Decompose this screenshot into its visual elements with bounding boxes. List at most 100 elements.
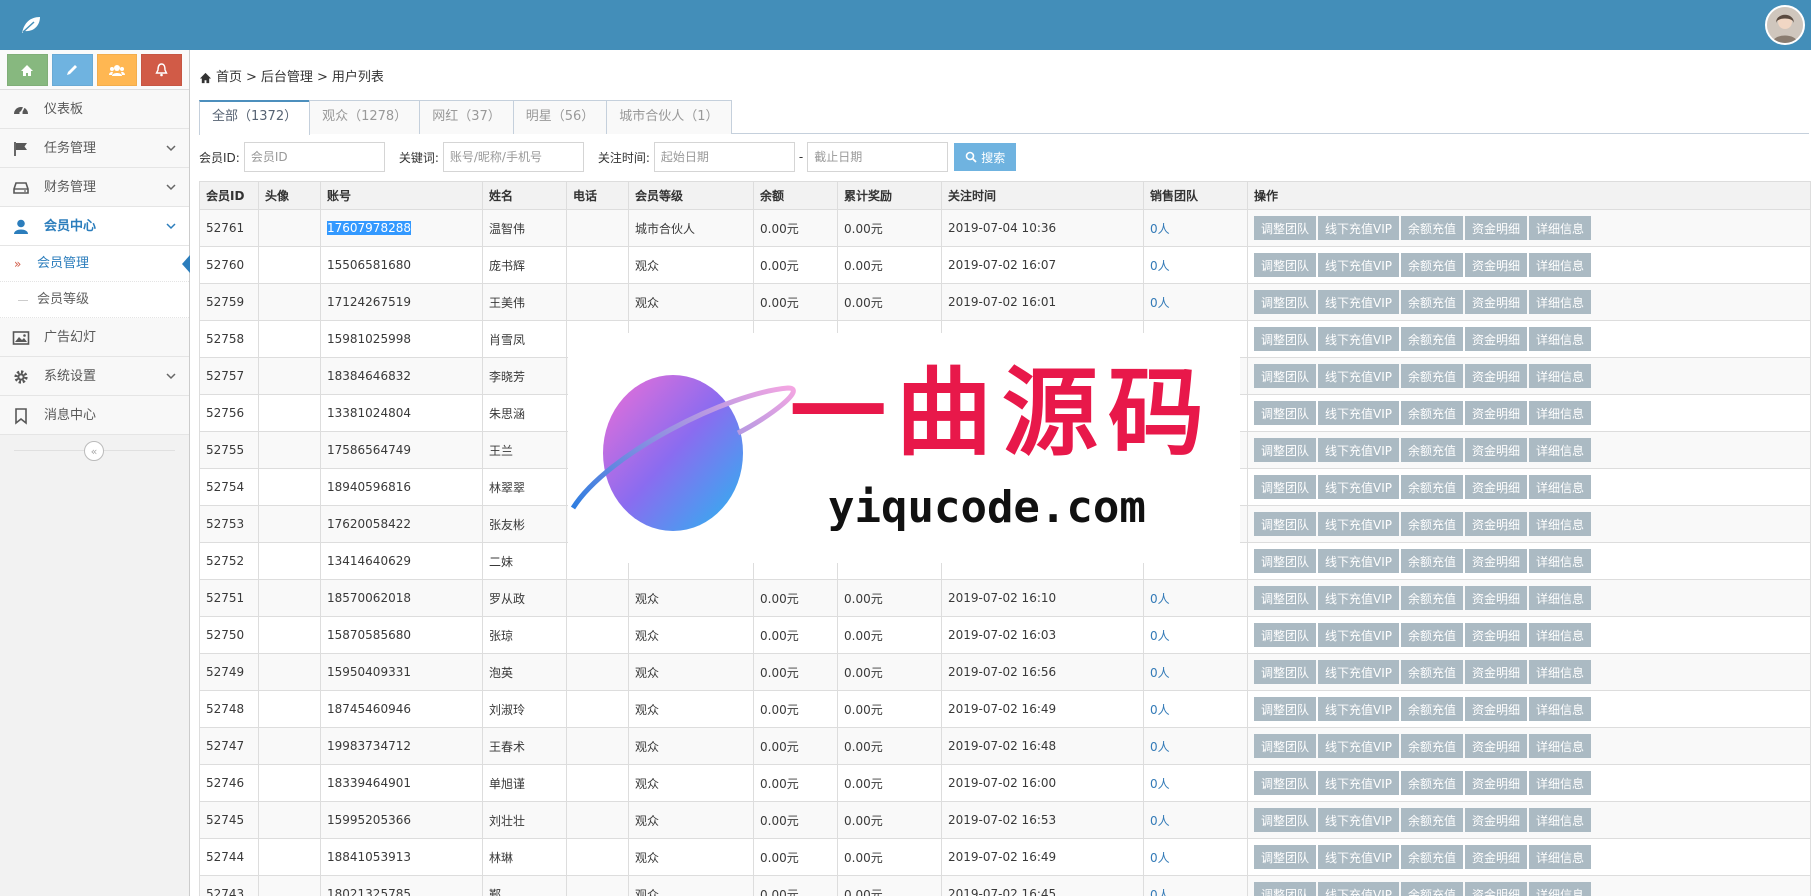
offline-vip-recharge-button[interactable]: 线下充值VIP xyxy=(1318,290,1400,314)
fund-details-button[interactable]: 资金明细 xyxy=(1465,549,1528,573)
adjust-team-button[interactable]: 调整团队 xyxy=(1254,253,1317,277)
offline-vip-recharge-button[interactable]: 线下充值VIP xyxy=(1318,364,1400,388)
balance-recharge-button[interactable]: 余额充值 xyxy=(1401,327,1464,351)
adjust-team-button[interactable]: 调整团队 xyxy=(1254,734,1317,758)
fund-details-button[interactable]: 资金明细 xyxy=(1465,290,1528,314)
cell-sales-team-text[interactable]: 0人 xyxy=(1150,740,1170,754)
adjust-team-button[interactable]: 调整团队 xyxy=(1254,290,1317,314)
adjust-team-button[interactable]: 调整团队 xyxy=(1254,438,1317,462)
detail-info-button[interactable]: 详细信息 xyxy=(1529,216,1592,240)
fund-details-button[interactable]: 资金明细 xyxy=(1465,327,1528,351)
balance-recharge-button[interactable]: 余额充值 xyxy=(1401,623,1464,647)
fund-details-button[interactable]: 资金明细 xyxy=(1465,216,1528,240)
detail-info-button[interactable]: 详细信息 xyxy=(1529,512,1592,536)
detail-info-button[interactable]: 详细信息 xyxy=(1529,734,1592,758)
offline-vip-recharge-button[interactable]: 线下充值VIP xyxy=(1318,216,1400,240)
cell-sales-team-text[interactable]: 0人 xyxy=(1150,703,1170,717)
detail-info-button[interactable]: 详细信息 xyxy=(1529,882,1592,896)
detail-info-button[interactable]: 详细信息 xyxy=(1529,623,1592,647)
sidebar-subitem-member-management[interactable]: » 会员管理 xyxy=(0,246,190,282)
shortcut-users-button[interactable] xyxy=(96,54,138,86)
fund-details-button[interactable]: 资金明细 xyxy=(1465,253,1528,277)
detail-info-button[interactable]: 详细信息 xyxy=(1529,660,1592,684)
keyword-input[interactable] xyxy=(442,142,584,172)
adjust-team-button[interactable]: 调整团队 xyxy=(1254,586,1317,610)
cell-sales-team-text[interactable]: 0人 xyxy=(1150,629,1170,643)
balance-recharge-button[interactable]: 余额充值 xyxy=(1401,216,1464,240)
balance-recharge-button[interactable]: 余额充值 xyxy=(1401,253,1464,277)
balance-recharge-button[interactable]: 余额充值 xyxy=(1401,364,1464,388)
balance-recharge-button[interactable]: 余额充值 xyxy=(1401,845,1464,869)
offline-vip-recharge-button[interactable]: 线下充值VIP xyxy=(1318,697,1400,721)
detail-info-button[interactable]: 详细信息 xyxy=(1529,771,1592,795)
detail-info-button[interactable]: 详细信息 xyxy=(1529,845,1592,869)
balance-recharge-button[interactable]: 余额充值 xyxy=(1401,475,1464,499)
adjust-team-button[interactable]: 调整团队 xyxy=(1254,549,1317,573)
breadcrumb-admin[interactable]: 后台管理 xyxy=(261,68,313,88)
offline-vip-recharge-button[interactable]: 线下充值VIP xyxy=(1318,771,1400,795)
adjust-team-button[interactable]: 调整团队 xyxy=(1254,660,1317,684)
cell-sales-team-text[interactable]: 0人 xyxy=(1150,851,1170,865)
detail-info-button[interactable]: 详细信息 xyxy=(1529,549,1592,573)
cell-sales-team-text[interactable]: 0人 xyxy=(1150,888,1170,896)
fund-details-button[interactable]: 资金明细 xyxy=(1465,882,1528,896)
detail-info-button[interactable]: 详细信息 xyxy=(1529,697,1592,721)
adjust-team-button[interactable]: 调整团队 xyxy=(1254,697,1317,721)
balance-recharge-button[interactable]: 余额充值 xyxy=(1401,290,1464,314)
adjust-team-button[interactable]: 调整团队 xyxy=(1254,364,1317,388)
fund-details-button[interactable]: 资金明细 xyxy=(1465,475,1528,499)
sidebar-item-members[interactable]: 会员中心 xyxy=(0,207,189,246)
adjust-team-button[interactable]: 调整团队 xyxy=(1254,882,1317,896)
fund-details-button[interactable]: 资金明细 xyxy=(1465,845,1528,869)
sidebar-item-messages[interactable]: 消息中心 xyxy=(0,396,189,435)
offline-vip-recharge-button[interactable]: 线下充值VIP xyxy=(1318,882,1400,896)
fund-details-button[interactable]: 资金明细 xyxy=(1465,586,1528,610)
adjust-team-button[interactable]: 调整团队 xyxy=(1254,401,1317,425)
fund-details-button[interactable]: 资金明细 xyxy=(1465,734,1528,758)
offline-vip-recharge-button[interactable]: 线下充值VIP xyxy=(1318,475,1400,499)
balance-recharge-button[interactable]: 余额充值 xyxy=(1401,586,1464,610)
balance-recharge-button[interactable]: 余额充值 xyxy=(1401,549,1464,573)
balance-recharge-button[interactable]: 余额充值 xyxy=(1401,771,1464,795)
detail-info-button[interactable]: 详细信息 xyxy=(1529,401,1592,425)
fund-details-button[interactable]: 资金明细 xyxy=(1465,697,1528,721)
adjust-team-button[interactable]: 调整团队 xyxy=(1254,475,1317,499)
balance-recharge-button[interactable]: 余额充值 xyxy=(1401,697,1464,721)
balance-recharge-button[interactable]: 余额充值 xyxy=(1401,882,1464,896)
member-id-input[interactable] xyxy=(243,142,385,172)
search-button[interactable]: 搜索 xyxy=(954,143,1017,171)
adjust-team-button[interactable]: 调整团队 xyxy=(1254,771,1317,795)
collapse-sidebar-button[interactable]: « xyxy=(84,441,104,461)
adjust-team-button[interactable]: 调整团队 xyxy=(1254,845,1317,869)
shortcut-edit-button[interactable] xyxy=(51,54,93,86)
balance-recharge-button[interactable]: 余额充值 xyxy=(1401,401,1464,425)
detail-info-button[interactable]: 详细信息 xyxy=(1529,438,1592,462)
offline-vip-recharge-button[interactable]: 线下充值VIP xyxy=(1318,438,1400,462)
end-date-input[interactable] xyxy=(807,142,949,172)
sidebar-item-dashboard[interactable]: 仪表板 xyxy=(0,90,189,129)
cell-sales-team-text[interactable]: 0人 xyxy=(1150,814,1170,828)
adjust-team-button[interactable]: 调整团队 xyxy=(1254,327,1317,351)
sidebar-item-finance[interactable]: 财务管理 xyxy=(0,168,189,207)
offline-vip-recharge-button[interactable]: 线下充值VIP xyxy=(1318,327,1400,351)
fund-details-button[interactable]: 资金明细 xyxy=(1465,364,1528,388)
shortcut-notifications-button[interactable] xyxy=(141,54,182,86)
offline-vip-recharge-button[interactable]: 线下充值VIP xyxy=(1318,623,1400,647)
balance-recharge-button[interactable]: 余额充值 xyxy=(1401,808,1464,832)
cell-sales-team-text[interactable]: 0人 xyxy=(1150,592,1170,606)
cell-sales-team-text[interactable]: 0人 xyxy=(1150,296,1170,310)
detail-info-button[interactable]: 详细信息 xyxy=(1529,253,1592,277)
balance-recharge-button[interactable]: 余额充值 xyxy=(1401,660,1464,684)
offline-vip-recharge-button[interactable]: 线下充值VIP xyxy=(1318,808,1400,832)
detail-info-button[interactable]: 详细信息 xyxy=(1529,290,1592,314)
sidebar-item-settings[interactable]: 系统设置 xyxy=(0,357,189,396)
fund-details-button[interactable]: 资金明细 xyxy=(1465,438,1528,462)
tab-influencer[interactable]: 网红（37） xyxy=(419,100,514,134)
fund-details-button[interactable]: 资金明细 xyxy=(1465,660,1528,684)
offline-vip-recharge-button[interactable]: 线下充值VIP xyxy=(1318,845,1400,869)
shortcut-home-button[interactable] xyxy=(7,54,48,86)
tab-city-partner[interactable]: 城市合伙人（1） xyxy=(606,100,732,134)
offline-vip-recharge-button[interactable]: 线下充值VIP xyxy=(1318,253,1400,277)
fund-details-button[interactable]: 资金明细 xyxy=(1465,623,1528,647)
cell-sales-team-text[interactable]: 0人 xyxy=(1150,666,1170,680)
